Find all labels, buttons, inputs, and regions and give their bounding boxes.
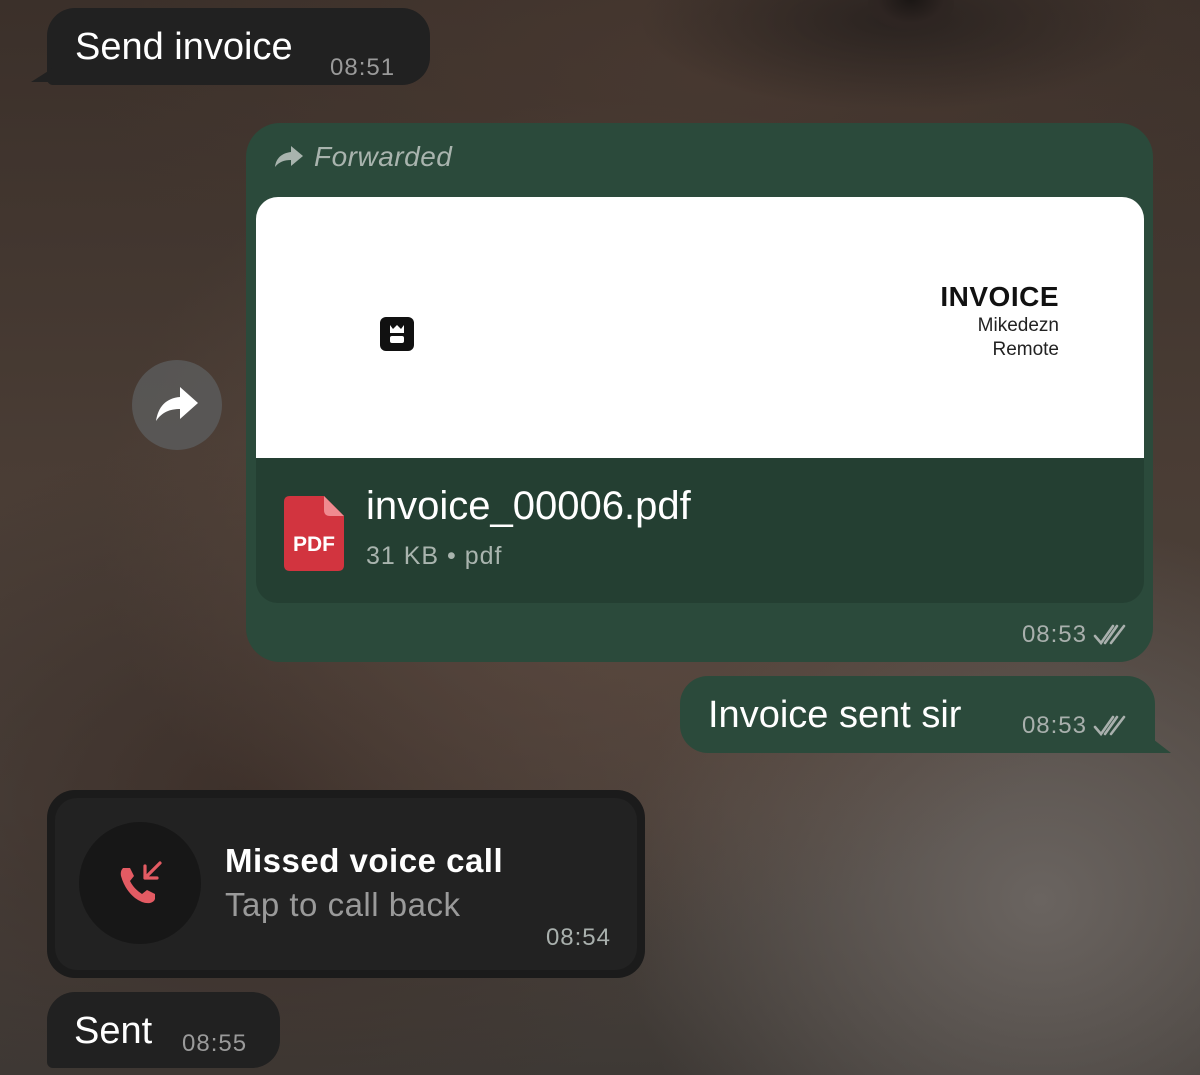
double-check-icon bbox=[1093, 624, 1126, 646]
document-preview[interactable]: INVOICE Mikedezn Remote bbox=[256, 197, 1144, 458]
share-button[interactable] bbox=[132, 360, 222, 450]
message-time: 08:53 bbox=[1021, 621, 1087, 648]
bubble-tail bbox=[1149, 736, 1171, 753]
file-attachment[interactable]: PDF invoice_00006.pdf 31 KB • pdf bbox=[256, 458, 1144, 603]
outgoing-message-bubble[interactable]: Invoice sent sir 08:53 bbox=[680, 676, 1171, 753]
file-name: invoice_00006.pdf bbox=[366, 484, 691, 528]
pdf-file-icon: PDF bbox=[284, 496, 344, 571]
message-time: 08:54 bbox=[545, 924, 611, 951]
message-text: Sent bbox=[74, 1010, 153, 1052]
message-time: 08:51 bbox=[330, 54, 396, 81]
forwarded-file-message[interactable]: Forwarded INVOICE Mikedezn Remote PDF in… bbox=[246, 123, 1153, 662]
invoice-logo-icon bbox=[380, 317, 414, 351]
file-meta: 31 KB • pdf bbox=[366, 542, 503, 570]
missed-call-message[interactable]: Missed voice call Tap to call back 08:54 bbox=[47, 790, 645, 978]
message-time: 08:55 bbox=[182, 1030, 248, 1057]
incoming-message-bubble[interactable]: Send invoice 08:51 bbox=[31, 8, 430, 85]
missed-call-title: Missed voice call bbox=[225, 842, 504, 879]
missed-call-icon bbox=[120, 861, 162, 904]
double-check-icon bbox=[1093, 715, 1126, 737]
forwarded-header: Forwarded bbox=[274, 141, 452, 173]
missed-call-card[interactable]: Missed voice call Tap to call back 08:54 bbox=[55, 798, 637, 970]
invoice-name: Mikedezn bbox=[977, 315, 1059, 336]
wallpaper-detail bbox=[868, 0, 954, 30]
message-status: 08:53 bbox=[1022, 621, 1127, 649]
invoice-title: INVOICE bbox=[940, 281, 1059, 312]
forward-arrow-icon bbox=[275, 146, 303, 167]
message-text: Send invoice bbox=[75, 26, 293, 68]
call-back-button[interactable] bbox=[79, 822, 201, 944]
message-text: Invoice sent sir bbox=[708, 694, 962, 736]
pdf-icon-label: PDF bbox=[293, 533, 335, 556]
call-back-hint: Tap to call back bbox=[225, 886, 461, 923]
bubble-tail bbox=[31, 68, 53, 82]
share-arrow-icon bbox=[156, 387, 198, 421]
forwarded-label: Forwarded bbox=[314, 141, 453, 172]
invoice-location: Remote bbox=[992, 339, 1059, 360]
message-status: 08:53 bbox=[1022, 712, 1127, 740]
message-time: 08:53 bbox=[1021, 712, 1087, 739]
incoming-message-bubble[interactable]: Sent 08:55 bbox=[47, 992, 280, 1068]
